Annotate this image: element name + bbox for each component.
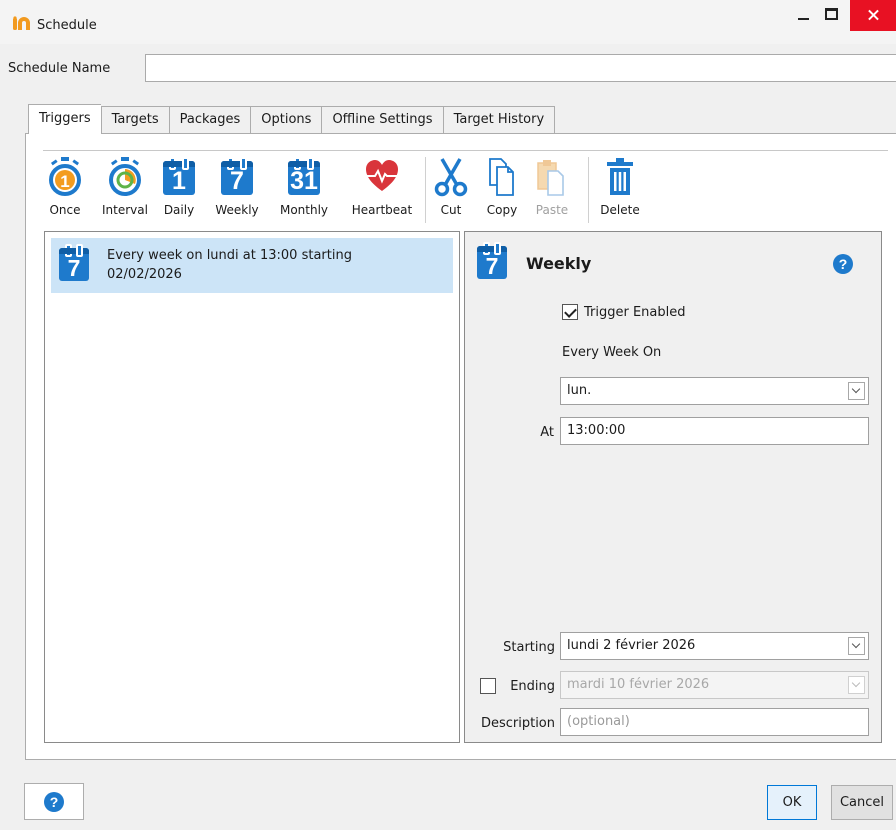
ending-date-value: mardi 10 février 2026 bbox=[567, 677, 710, 692]
tab-triggers[interactable]: Triggers bbox=[28, 104, 101, 134]
ok-button[interactable]: OK bbox=[767, 785, 817, 820]
cut-button[interactable]: Cut bbox=[431, 157, 471, 229]
heartbeat-label: Heartbeat bbox=[351, 203, 413, 217]
ending-label: Ending bbox=[510, 679, 555, 694]
title-bar: Schedule bbox=[0, 0, 896, 44]
tab-options[interactable]: Options bbox=[250, 106, 322, 134]
maximize-button[interactable] bbox=[825, 8, 838, 20]
delete-button[interactable]: Delete bbox=[594, 157, 646, 229]
help-icon: ? bbox=[44, 792, 64, 812]
schedule-name-input[interactable] bbox=[145, 54, 896, 82]
day-select[interactable]: lun. bbox=[560, 377, 869, 405]
weekly-icon-number: 7 bbox=[230, 167, 244, 195]
chevron-down-icon[interactable] bbox=[848, 382, 865, 400]
weekly-button[interactable]: 7 Weekly bbox=[209, 157, 265, 229]
scissors-icon bbox=[434, 158, 468, 197]
stopwatch-interval-icon bbox=[109, 157, 141, 196]
minimize-button[interactable] bbox=[795, 6, 815, 26]
heartbeat-icon bbox=[366, 160, 398, 191]
daily-icon-number: 1 bbox=[172, 167, 186, 195]
chevron-down-icon[interactable] bbox=[848, 637, 865, 655]
starting-label: Starting bbox=[503, 640, 555, 655]
toolbar-separator bbox=[425, 157, 426, 223]
description-input[interactable]: (optional) bbox=[560, 708, 869, 736]
day-select-value: lun. bbox=[567, 383, 592, 398]
interval-button[interactable]: Interval bbox=[97, 157, 153, 229]
app-logo-icon bbox=[13, 16, 30, 30]
trash-icon bbox=[607, 158, 633, 195]
delete-label: Delete bbox=[600, 203, 640, 217]
daily-button[interactable]: 1 Daily bbox=[159, 157, 199, 229]
copy-label: Copy bbox=[486, 203, 518, 217]
tab-target-history[interactable]: Target History bbox=[442, 106, 556, 134]
stopwatch-once-icon: 1 bbox=[49, 157, 81, 196]
tab-offline-settings[interactable]: Offline Settings bbox=[321, 106, 443, 134]
close-button[interactable] bbox=[850, 0, 896, 31]
paste-icon bbox=[537, 160, 564, 196]
description-placeholder: (optional) bbox=[567, 714, 630, 729]
description-label: Description bbox=[480, 716, 555, 731]
tab-packages[interactable]: Packages bbox=[168, 106, 251, 134]
paste-button[interactable]: Paste bbox=[531, 157, 573, 229]
trigger-enabled-label: Trigger Enabled bbox=[584, 305, 686, 320]
cut-label: Cut bbox=[440, 203, 462, 217]
calendar-day-icon: 1 bbox=[161, 157, 197, 197]
list-item[interactable]: 7 Every week on lundi at 13:00 starting … bbox=[51, 238, 453, 293]
ending-date-picker[interactable]: mardi 10 février 2026 bbox=[560, 671, 869, 699]
calendar-month-icon: 31 bbox=[286, 157, 322, 197]
copy-icon bbox=[489, 158, 514, 196]
help-icon[interactable]: ? bbox=[833, 254, 853, 274]
calendar-week-icon: 7 bbox=[59, 244, 89, 281]
trigger-detail-panel: 7 Weekly ? Trigger Enabled Every Week On… bbox=[464, 231, 882, 743]
every-week-on-label: Every Week On bbox=[562, 345, 662, 360]
monthly-icon-number: 31 bbox=[290, 167, 318, 195]
at-time-input[interactable]: 13:00:00 bbox=[560, 417, 869, 445]
detail-title: Weekly bbox=[526, 254, 592, 273]
copy-button[interactable]: Copy bbox=[479, 157, 525, 229]
paste-label: Paste bbox=[535, 203, 569, 217]
svg-text:1: 1 bbox=[60, 172, 69, 191]
trigger-enabled-checkbox[interactable] bbox=[562, 304, 578, 320]
at-label: At bbox=[540, 425, 554, 440]
trigger-toolbar: 1 Once Interval 1 Daily 7 Weekly 31 Mont… bbox=[43, 150, 888, 232]
once-label: Once bbox=[49, 203, 81, 217]
window-title: Schedule bbox=[37, 18, 97, 33]
tab-strip: Triggers Targets Packages Options Offlin… bbox=[28, 104, 556, 134]
list-item-icon-number: 7 bbox=[67, 255, 81, 281]
cancel-button[interactable]: Cancel bbox=[831, 785, 893, 820]
ending-checkbox[interactable] bbox=[480, 678, 496, 694]
interval-label: Interval bbox=[102, 203, 148, 217]
once-button[interactable]: 1 Once bbox=[43, 157, 87, 229]
starting-date-picker[interactable]: lundi 2 février 2026 bbox=[560, 632, 869, 660]
toolbar-separator bbox=[588, 157, 589, 223]
heartbeat-button[interactable]: Heartbeat bbox=[343, 157, 421, 229]
help-button[interactable]: ? bbox=[24, 783, 84, 820]
at-time-value: 13:00:00 bbox=[567, 423, 626, 438]
list-item-text: Every week on lundi at 13:00 starting 02… bbox=[107, 248, 352, 282]
starting-date-value: lundi 2 février 2026 bbox=[567, 638, 696, 653]
schedule-name-label: Schedule Name bbox=[8, 61, 111, 76]
daily-label: Daily bbox=[163, 203, 195, 217]
chevron-down-icon[interactable] bbox=[848, 676, 865, 694]
tab-targets[interactable]: Targets bbox=[100, 106, 169, 134]
calendar-week-icon: 7 bbox=[219, 157, 255, 197]
weekly-label: Weekly bbox=[215, 203, 259, 217]
monthly-label: Monthly bbox=[279, 203, 329, 217]
monthly-button[interactable]: 31 Monthly bbox=[269, 157, 339, 229]
trigger-list[interactable]: 7 Every week on lundi at 13:00 starting … bbox=[44, 231, 460, 743]
calendar-week-icon: 7 bbox=[477, 242, 507, 279]
detail-icon-number: 7 bbox=[485, 253, 499, 279]
